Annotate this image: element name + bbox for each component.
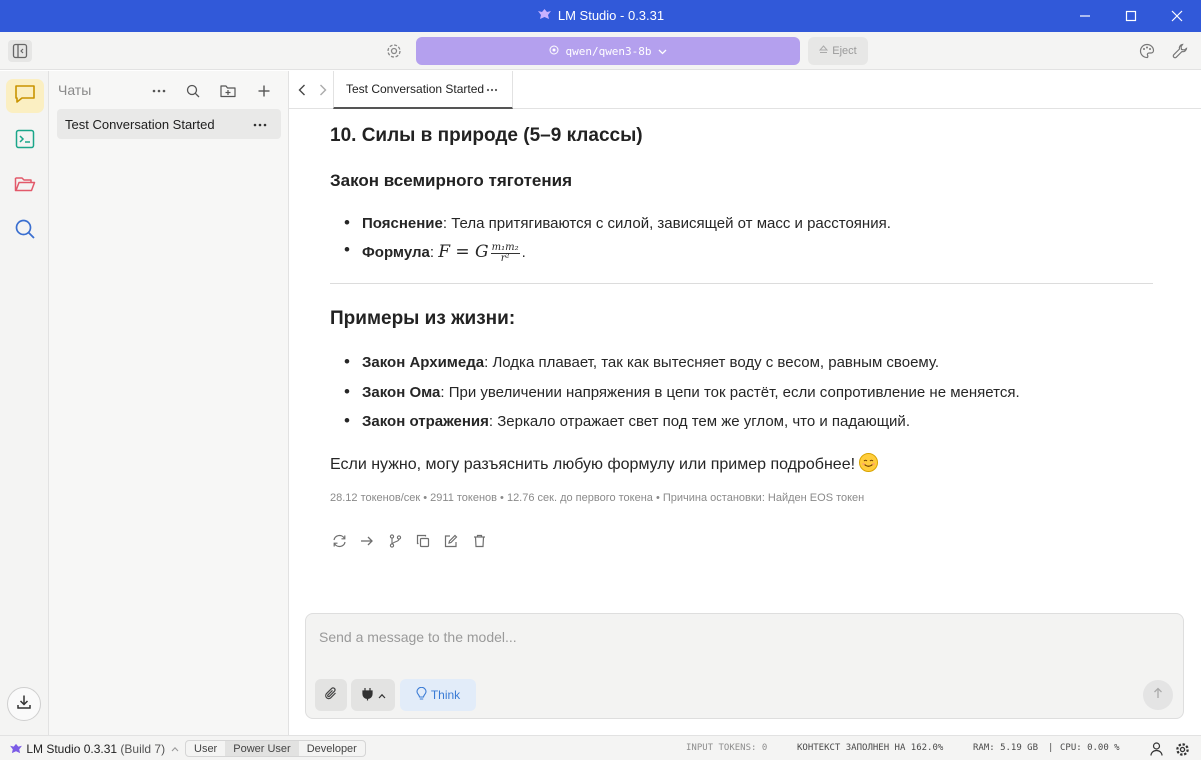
palette-icon[interactable]	[1137, 41, 1157, 61]
sidebar-more-icon[interactable]	[149, 81, 169, 101]
smiling-face-icon	[859, 453, 879, 472]
model-selector[interactable]: qwen/qwen3-8b	[416, 37, 800, 65]
user-icon[interactable]	[1148, 741, 1164, 757]
app-version[interactable]: LM Studio 0.3.31 (Build 7)	[9, 742, 179, 756]
tab-label: Test Conversation Started	[346, 82, 485, 96]
new-chat-icon[interactable]	[254, 81, 274, 101]
gear-icon[interactable]	[1174, 741, 1190, 757]
chat-nav-button[interactable]	[6, 79, 44, 113]
cpu-usage: CPU: 0.00 %	[1060, 743, 1120, 753]
top-bar: qwen/qwen3-8b Eject	[0, 32, 1201, 70]
search-chats-icon[interactable]	[183, 81, 203, 101]
forward-icon[interactable]	[315, 82, 331, 98]
assistant-message: 10. Силы в природе (5–9 классы) Закон вс…	[330, 109, 1160, 609]
examples-heading: Примеры из жизни:	[330, 308, 516, 329]
continue-arrow-icon[interactable]	[358, 532, 376, 550]
branch-icon[interactable]	[386, 532, 404, 550]
closing-text: Если нужно, могу разъяснить любую формул…	[330, 453, 879, 474]
tab-bar: Test Conversation Started	[289, 71, 1201, 109]
downloads-button[interactable]	[7, 687, 41, 721]
developer-nav-button[interactable]	[6, 124, 44, 158]
list-item-formula: Формула: F = Gm₁m₂r².	[344, 240, 526, 264]
eject-button[interactable]: Eject	[808, 37, 868, 65]
edit-icon[interactable]	[442, 532, 460, 550]
ram-usage: RAM: 5.19 GB	[973, 743, 1039, 753]
list-item: Закон Архимеда: Лодка плавает, так как в…	[344, 352, 939, 372]
chat-item-label: Test Conversation Started	[65, 117, 215, 132]
window-title: LM Studio - 0.3.31	[0, 8, 1201, 23]
title-bar: LM Studio - 0.3.31	[0, 0, 1201, 32]
tab-conversation[interactable]: Test Conversation Started	[333, 71, 513, 109]
mode-switcher: User Power User Developer	[185, 740, 366, 757]
new-folder-icon[interactable]	[218, 81, 238, 101]
chevron-down-icon	[658, 45, 667, 58]
status-bar: LM Studio 0.3.31 (Build 7) User Power Us…	[0, 735, 1201, 760]
toggle-sidebar-icon[interactable]	[8, 40, 32, 62]
message-actions	[330, 532, 488, 550]
divider	[330, 283, 1153, 284]
list-item: Пояснение: Тела притягиваются с силой, з…	[344, 213, 891, 233]
subheading: Закон всемирного тяготения	[330, 171, 572, 190]
model-name: qwen/qwen3-8b	[565, 44, 652, 58]
sidebar-title: Чаты	[58, 82, 92, 98]
list-item: Закон отражения: Зеркало отражает свет п…	[344, 411, 910, 431]
integrations-button[interactable]	[351, 679, 395, 711]
lmstudio-logo-icon	[9, 742, 23, 756]
tab-more-icon[interactable]	[486, 80, 498, 95]
input-tokens: INPUT TOKENS: 0	[686, 743, 768, 753]
chevron-up-icon	[168, 742, 179, 756]
gear-icon[interactable]	[384, 41, 404, 61]
mode-developer[interactable]: Developer	[299, 741, 365, 756]
chat-list-item[interactable]: Test Conversation Started	[57, 109, 281, 139]
list-item: Закон Ома: При увеличении напряжения в ц…	[344, 382, 1020, 402]
message-composer: Send a message to the model... Think	[305, 613, 1184, 719]
lightbulb-icon	[416, 686, 427, 704]
chat-item-more-icon[interactable]	[253, 114, 267, 130]
folder-icon	[14, 175, 36, 198]
trash-icon[interactable]	[470, 532, 488, 550]
send-button[interactable]	[1143, 680, 1173, 710]
model-icon	[549, 45, 559, 58]
lmstudio-logo-icon	[537, 8, 552, 23]
maximize-button[interactable]	[1108, 0, 1154, 32]
formula-fraction: m₁m₂ r²	[490, 241, 520, 264]
minimize-button[interactable]	[1062, 0, 1108, 32]
eject-icon	[819, 45, 829, 57]
context-usage: КОНТЕКСТ ЗАПОЛНЕН НА 162.0%	[797, 743, 944, 753]
chat-icon	[14, 84, 36, 109]
terminal-icon	[15, 129, 35, 154]
close-button[interactable]	[1154, 0, 1200, 32]
copy-icon[interactable]	[414, 532, 432, 550]
message-input[interactable]: Send a message to the model...	[319, 629, 517, 645]
models-nav-button[interactable]	[6, 169, 44, 203]
section-heading: 10. Силы в природе (5–9 классы)	[330, 125, 643, 146]
back-icon[interactable]	[294, 82, 310, 98]
think-toggle[interactable]: Think	[400, 679, 476, 711]
chats-sidebar: Чаты Test Conversation Started	[49, 71, 289, 735]
plug-icon	[361, 687, 374, 704]
attach-button[interactable]	[315, 679, 347, 711]
paperclip-icon	[324, 686, 338, 704]
nav-rail	[0, 71, 49, 735]
arrow-up-icon	[1153, 686, 1163, 704]
wrench-icon[interactable]	[1170, 41, 1190, 61]
formula-lhs: F = G	[438, 242, 489, 262]
search-icon	[14, 218, 36, 245]
status-separator: |	[1048, 743, 1054, 753]
discover-nav-button[interactable]	[6, 214, 44, 248]
regenerate-icon[interactable]	[330, 532, 348, 550]
mode-power-user[interactable]: Power User	[225, 741, 299, 756]
chevron-up-icon	[378, 688, 386, 702]
mode-user[interactable]: User	[186, 741, 225, 756]
generation-stats: 28.12 токенов/сек • 2911 токенов • 12.76…	[330, 492, 865, 504]
download-icon	[16, 694, 32, 715]
